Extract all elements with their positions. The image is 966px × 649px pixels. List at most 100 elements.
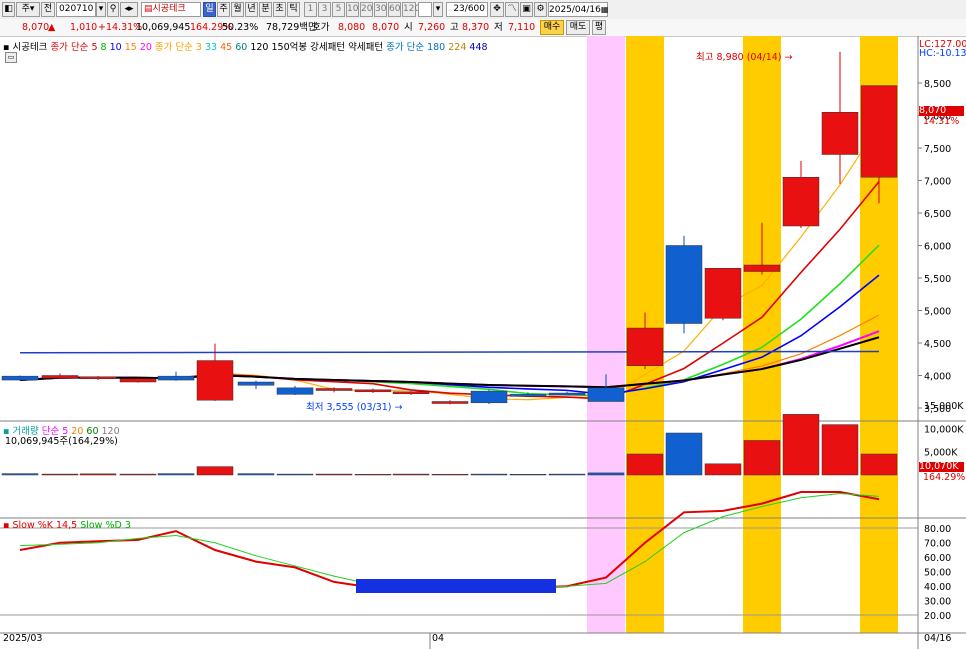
sell-button[interactable]: 매도 <box>566 20 590 35</box>
legend-item[interactable]: 5 <box>88 42 97 53</box>
volume-bar <box>470 473 508 476</box>
period-month[interactable]: 월 <box>231 2 244 17</box>
highlight-pink <box>587 36 625 633</box>
legend-item[interactable]: 120 <box>247 42 268 53</box>
flat-button[interactable]: 평 <box>592 20 606 35</box>
candle-body <box>665 245 703 324</box>
volume-bar <box>196 466 234 476</box>
legend-item[interactable]: 33 <box>202 42 217 53</box>
price-legend: ▪ 시공테크 종가 단순 5 8 10 15 20 종가 단순 3 33 45 … <box>3 39 488 53</box>
price-tick-label: 7,000 <box>924 177 951 188</box>
last-price-marker: 8,070 <box>919 106 964 116</box>
change-arrow: ▲ <box>48 22 56 33</box>
volume-bar <box>548 473 586 476</box>
volume-bar <box>860 453 898 476</box>
legend-item[interactable]: 종가 단순 180 <box>383 42 445 53</box>
date-value: 2025/04/16 <box>549 5 601 15</box>
stoch-tick-label: 20.00 <box>924 611 951 622</box>
volume-bar <box>821 424 859 476</box>
period-year[interactable]: 년 <box>245 2 258 17</box>
ask-price: 8,070 <box>372 22 400 33</box>
low-label: 저 <box>494 22 503 33</box>
stock-name-field[interactable]: ▤시공테크 <box>141 2 201 17</box>
candle-body <box>587 387 625 402</box>
y-ticks: 8,5008,0007,5007,0006,5006,0005,5005,000… <box>918 79 964 622</box>
calendar-icon: ▦ <box>600 5 609 14</box>
candle-body <box>821 112 859 155</box>
date-field[interactable]: 2025/04/16▦ <box>548 2 608 17</box>
period-day[interactable]: 일 <box>203 2 216 17</box>
mode-select[interactable]: 주▾ <box>16 2 40 17</box>
candle-body <box>626 327 664 366</box>
interval-30[interactable]: 30 <box>374 2 387 17</box>
search-icon[interactable]: ⚲ <box>107 2 119 17</box>
volume-bar <box>237 473 275 476</box>
volume-bar <box>743 440 781 476</box>
volume-bar <box>119 473 157 476</box>
interval-10[interactable]: 10 <box>346 2 359 17</box>
legend-item[interactable]: 8 <box>98 42 107 53</box>
stock-code-input[interactable]: 020710 <box>56 2 96 17</box>
interval-60[interactable]: 60 <box>388 2 401 17</box>
pane-collapse-icon[interactable]: ▭ <box>5 52 17 63</box>
legend-item[interactable]: Slow %D 3 <box>77 520 131 531</box>
stoch-tick-label: 70.00 <box>924 539 951 550</box>
period-week[interactable]: 주 <box>217 2 230 17</box>
chart-canvas[interactable]: 8,5008,0007,5007,0006,5006,0005,5005,000… <box>0 36 966 649</box>
legend-item[interactable]: 종가 단순 <box>47 42 88 53</box>
legend-item[interactable]: 45 <box>217 42 232 53</box>
volume-pct-marker: 164.29% <box>923 472 966 483</box>
legend-item[interactable]: 60 <box>232 42 247 53</box>
price-tick-label: 5,000 <box>924 307 951 318</box>
period-minute[interactable]: 분 <box>259 2 272 17</box>
interval-3[interactable]: 3 <box>318 2 331 17</box>
interval-dropdown-icon[interactable]: ▾ <box>433 2 443 17</box>
price-tick-label: 6,000 <box>924 242 951 253</box>
volume-last-marker: 10,070K <box>919 462 964 472</box>
price-tick-label: 4,000 <box>924 372 951 383</box>
volume-bar <box>315 473 353 476</box>
legend-item[interactable]: 15 <box>122 42 137 53</box>
candle-body <box>237 381 275 386</box>
candle-body <box>743 264 781 272</box>
volume-bar <box>79 473 117 476</box>
legend-item[interactable]: 종가 단순 3 <box>152 42 202 53</box>
legend-item[interactable]: 약세패턴 <box>345 42 383 53</box>
legend-item[interactable]: 20 <box>137 42 152 53</box>
volume-bar <box>704 463 742 476</box>
legend-item[interactable]: ▪ Slow %K 14,5 <box>3 520 77 531</box>
interval-custom-input[interactable] <box>418 2 432 17</box>
period-second[interactable]: 초 <box>273 2 286 17</box>
buy-button[interactable]: 매수 <box>540 20 564 35</box>
legend-item[interactable]: 224 <box>445 42 466 53</box>
period-tick[interactable]: 틱 <box>287 2 300 17</box>
legend-item[interactable]: 10 <box>107 42 122 53</box>
volume-bar <box>1 473 39 476</box>
crosshair-icon[interactable]: ✥ <box>490 2 504 17</box>
candle-body <box>704 268 742 319</box>
chart-type-icon[interactable]: 〽 <box>505 2 519 17</box>
mode2-button[interactable]: 전 <box>41 2 55 17</box>
legend-item[interactable]: 150억봉 강세패턴 <box>268 42 345 53</box>
interval-120[interactable]: 120 <box>402 2 420 17</box>
volume-bar <box>665 432 703 476</box>
turnover-rate: 50.23% <box>222 22 259 33</box>
bar-count-field[interactable]: 23/600 <box>446 2 488 17</box>
window-menu-icon[interactable]: ◧ <box>2 2 15 17</box>
interval-1[interactable]: 1 <box>304 2 317 17</box>
interval-20[interactable]: 20 <box>360 2 373 17</box>
interval-5[interactable]: 5 <box>332 2 345 17</box>
toolbar: ◧ 주▾ 전 020710 ▾ ⚲ ◂▸ ▤시공테크 일 주 월 년 분 초 틱… <box>0 0 966 20</box>
save-icon[interactable]: ▣ <box>520 2 533 17</box>
candle-body <box>196 360 234 401</box>
code-dropdown-icon[interactable]: ▾ <box>96 2 106 17</box>
price-tick-label: 4,500 <box>924 339 951 350</box>
stoch-tick-label: 30.00 <box>924 597 951 608</box>
change-value: 1,010 <box>70 22 98 33</box>
highlight-yellow-2 <box>743 36 781 633</box>
prev-next-icon[interactable]: ◂▸ <box>120 2 138 17</box>
candle-body <box>119 378 157 383</box>
legend-item[interactable]: 448 <box>466 42 487 53</box>
price-tick-label: 8,500 <box>924 79 951 90</box>
gear-icon[interactable]: ⚙ <box>534 2 547 17</box>
